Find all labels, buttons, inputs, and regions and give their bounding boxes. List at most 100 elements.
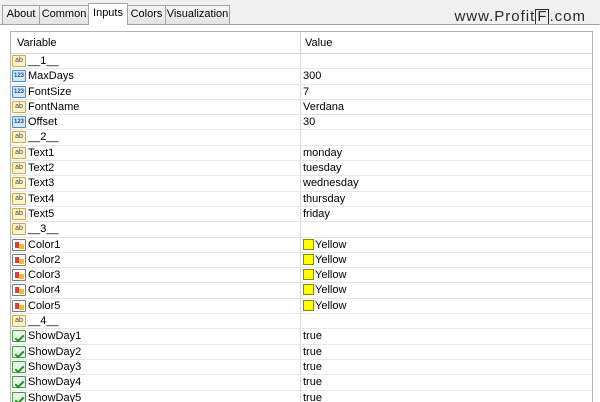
variable-name: ShowDay3: [28, 360, 82, 373]
tab-about[interactable]: About: [2, 5, 40, 24]
value-text: Yellow: [315, 238, 347, 251]
value-cell[interactable]: [301, 222, 592, 236]
variable-name: MaxDays: [28, 70, 74, 83]
table-row[interactable]: Color1 Yellow: [11, 237, 592, 253]
value-cell[interactable]: wednesday: [301, 176, 592, 190]
table-row[interactable]: ab Text2 tuesday: [11, 161, 592, 177]
table-row[interactable]: ab __3__: [11, 222, 592, 238]
table-row[interactable]: ab Text3 wednesday: [11, 176, 592, 192]
value-cell[interactable]: Yellow: [301, 268, 592, 282]
variable-cell: ab FontName: [11, 99, 301, 115]
inputs-panel: Variable Value ab __1__ 123 MaxDays 300 123 Fo…: [0, 24, 600, 402]
table-row[interactable]: 123 FontSize 7: [11, 84, 592, 100]
value-cell[interactable]: [301, 54, 592, 68]
value-cell[interactable]: Yellow: [301, 253, 592, 267]
string-icon: ab: [12, 223, 26, 236]
column-header-value[interactable]: Value: [301, 32, 592, 54]
value-text: Verdana: [303, 100, 344, 113]
table-row[interactable]: ab FontName Verdana: [11, 99, 592, 116]
value-text: thursday: [303, 192, 346, 205]
tab-colors[interactable]: Colors: [127, 5, 166, 24]
variable-name: Color4: [28, 284, 61, 297]
table-row[interactable]: Color5 Yellow: [11, 298, 592, 315]
color-swatch: [303, 269, 314, 281]
value-cell[interactable]: thursday: [301, 192, 592, 206]
value-cell[interactable]: [301, 314, 592, 328]
value-cell[interactable]: Yellow: [301, 283, 592, 297]
value-text: true: [303, 360, 322, 373]
variable-cell: ab Text3: [11, 176, 301, 191]
value-cell[interactable]: Verdana: [301, 100, 592, 114]
column-header-variable[interactable]: Variable: [11, 32, 301, 54]
table-row[interactable]: ShowDay2 true: [11, 344, 592, 360]
value-cell[interactable]: monday: [301, 146, 592, 160]
value-cell[interactable]: 30: [301, 115, 592, 129]
variable-cell: 123 MaxDays: [11, 69, 301, 84]
variable-cell: Color2: [11, 252, 301, 268]
table-row[interactable]: ab __4__: [11, 314, 592, 330]
table-row[interactable]: 123 Offset 30: [11, 115, 592, 131]
value-text: friday: [303, 207, 330, 220]
value-cell[interactable]: true: [301, 391, 592, 402]
grid-rows: ab __1__ 123 MaxDays 300 123 FontSize 7 ab FontNa…: [11, 54, 592, 402]
integer-icon: 123: [12, 70, 26, 83]
value-cell[interactable]: Yellow: [301, 238, 592, 252]
bool-icon: [12, 345, 26, 358]
value-cell[interactable]: tuesday: [301, 161, 592, 175]
variable-cell: ab __3__: [11, 222, 301, 237]
table-row[interactable]: ab Text4 thursday: [11, 191, 592, 207]
tab-common[interactable]: Common: [39, 5, 89, 24]
value-text: Yellow: [315, 299, 347, 312]
table-row[interactable]: ShowDay1 true: [11, 329, 592, 345]
bool-icon: [12, 330, 26, 343]
bool-icon: [12, 376, 26, 389]
color-swatch: [303, 299, 314, 311]
value-cell[interactable]: Yellow: [301, 299, 592, 313]
value-cell[interactable]: [301, 130, 592, 144]
table-row[interactable]: Color2 Yellow: [11, 252, 592, 269]
table-row[interactable]: ShowDay4 true: [11, 375, 592, 391]
table-row[interactable]: 123 MaxDays 300: [11, 69, 592, 85]
value-cell[interactable]: true: [301, 360, 592, 374]
table-row[interactable]: ab Text5 friday: [11, 206, 592, 223]
table-row[interactable]: ShowDay5 true: [11, 390, 592, 402]
variable-name: Color5: [28, 299, 61, 312]
value-cell[interactable]: 7: [301, 85, 592, 99]
table-row[interactable]: ab __1__: [11, 54, 592, 70]
variable-cell: ShowDay3: [11, 359, 301, 375]
tab-visualization[interactable]: Visualization: [165, 5, 230, 24]
value-cell[interactable]: true: [301, 345, 592, 359]
bool-icon: [12, 391, 26, 402]
value-cell[interactable]: true: [301, 375, 592, 389]
watermark-logo: www.Profit F .com: [454, 8, 586, 25]
value-text: wednesday: [303, 177, 359, 190]
integer-icon: 123: [12, 85, 26, 98]
string-icon: ab: [12, 315, 26, 328]
variable-name: Text3: [28, 177, 55, 190]
color-swatch: [303, 238, 314, 250]
variable-cell: Color3: [11, 268, 301, 283]
variable-cell: ab Text5: [11, 206, 301, 222]
value-text: true: [303, 330, 322, 343]
watermark-prefix: www.Profit: [454, 8, 536, 25]
value-text: Yellow: [315, 269, 347, 282]
bool-icon: [12, 360, 26, 373]
string-icon: ab: [12, 131, 26, 144]
value-cell[interactable]: 300: [301, 69, 592, 83]
table-row[interactable]: Color4 Yellow: [11, 283, 592, 299]
table-row[interactable]: ab Text1 monday: [11, 145, 592, 162]
variable-name: __3__: [28, 223, 59, 236]
string-icon: ab: [12, 100, 26, 113]
variable-cell: ShowDay4: [11, 375, 301, 390]
variable-cell: ab Text4: [11, 191, 301, 206]
variable-name: FontSize: [28, 85, 72, 98]
variable-name: Text5: [28, 207, 55, 220]
table-row[interactable]: ShowDay3 true: [11, 359, 592, 376]
value-cell[interactable]: friday: [301, 207, 592, 221]
variable-name: ShowDay4: [28, 376, 82, 389]
tab-inputs[interactable]: Inputs: [88, 3, 128, 25]
table-row[interactable]: ab __2__: [11, 130, 592, 146]
value-cell[interactable]: true: [301, 329, 592, 343]
table-row[interactable]: Color3 Yellow: [11, 268, 592, 284]
variable-name: FontName: [28, 100, 80, 113]
